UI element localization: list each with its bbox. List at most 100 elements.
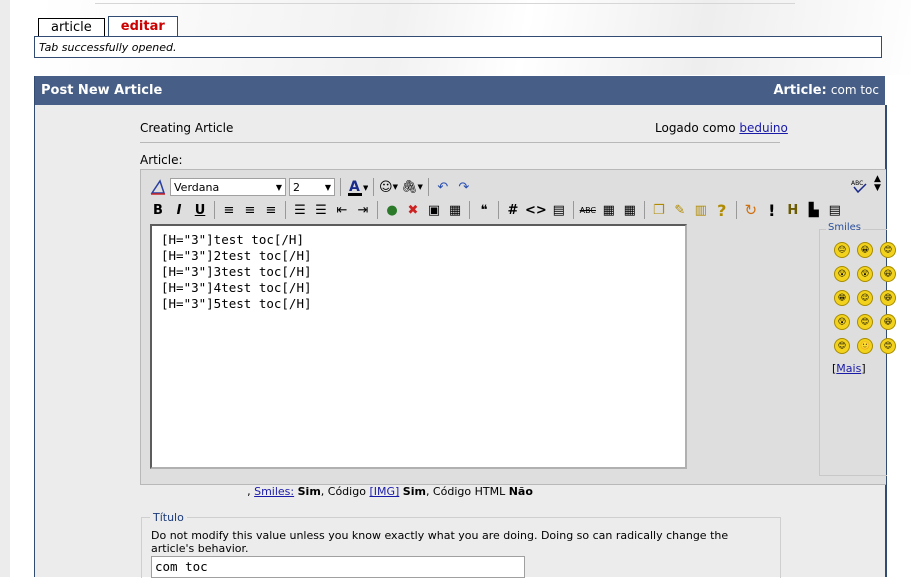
smiley-happy-icon[interactable]: 😊 xyxy=(880,242,896,258)
smiley-wink-icon[interactable]: 😉 xyxy=(857,290,873,306)
table-grid-icon[interactable]: ▦ xyxy=(621,200,639,220)
toolbar-divider xyxy=(427,178,429,196)
titulo-fieldset: Título Do not modify this value unless y… xyxy=(141,511,781,578)
refresh-icon[interactable]: ↻ xyxy=(742,200,760,220)
toolbar-divider xyxy=(285,201,286,219)
tab-article[interactable]: article xyxy=(38,18,105,37)
warning-button[interactable]: ! xyxy=(763,200,781,220)
more-smiles: [Mais] xyxy=(832,362,866,375)
underline-button[interactable]: U xyxy=(191,200,209,220)
smiles-help-link[interactable]: Smiles: xyxy=(254,485,294,498)
insert-link-icon[interactable]: ● xyxy=(383,200,401,220)
redo-icon[interactable]: ↷ xyxy=(455,177,473,197)
insert-anchor-icon[interactable]: ▣ xyxy=(425,200,443,220)
smiley-blush-icon[interactable]: 😊 xyxy=(857,314,873,330)
style-wizard-icon[interactable] xyxy=(149,177,167,197)
post-article-panel: Post New Article Article: com toc Creati… xyxy=(34,76,896,578)
panel-title: Post New Article xyxy=(41,83,163,98)
smiley-surprised-icon[interactable]: 😮 xyxy=(834,266,850,282)
reference-icon[interactable]: ▤ xyxy=(826,200,844,220)
align-left-icon[interactable]: ≡ xyxy=(220,200,238,220)
hash-button[interactable]: # xyxy=(504,200,522,220)
align-right-icon[interactable]: ≡ xyxy=(262,200,280,220)
tab-editar[interactable]: editar xyxy=(107,16,178,37)
creating-label: Creating Article xyxy=(140,121,234,135)
insert-image-icon[interactable]: ▦ xyxy=(446,200,464,220)
titulo-description: Do not modify this value unless you know… xyxy=(151,529,729,555)
svg-text:▼: ▼ xyxy=(363,184,368,192)
quote-icon[interactable]: ❝ xyxy=(475,200,493,220)
panel-article-info: Article: com toc xyxy=(773,83,879,98)
smiley-laugh-icon[interactable]: 😁 xyxy=(834,290,850,306)
smiley-joy-icon[interactable]: 😄 xyxy=(880,314,896,330)
font-size-select[interactable]: 2 ▼ xyxy=(289,178,335,196)
book-icon[interactable]: ▥ xyxy=(692,200,710,220)
article-body-textarea[interactable]: [H="3"]test toc[/H] [H="3"]2test toc[/H]… xyxy=(150,224,687,469)
copy-icon[interactable]: ❐ xyxy=(650,200,668,220)
font-family-select[interactable]: Verdana ▼ xyxy=(170,178,286,196)
smiley-neutral-icon[interactable]: 😐 xyxy=(834,242,850,258)
page-left-gutter xyxy=(0,0,10,577)
smiley-wow-icon[interactable]: 😮 xyxy=(834,314,850,330)
smiley-glad-icon[interactable]: 😊 xyxy=(834,338,850,354)
help-button[interactable]: ? xyxy=(713,200,731,220)
smiles-legend: Smiles xyxy=(826,222,864,233)
ordered-list-icon[interactable]: ☰ xyxy=(291,200,309,220)
html-label: , Código HTML xyxy=(425,485,506,498)
smiley-content-icon[interactable]: 😊 xyxy=(880,338,896,354)
bold-button[interactable]: B xyxy=(149,200,167,220)
smiley-grin-icon[interactable]: 😀 xyxy=(857,242,873,258)
svg-text:ABC: ABC xyxy=(851,180,863,187)
titulo-legend: Título xyxy=(150,511,187,524)
chevron-down-icon: ▼ xyxy=(324,182,331,192)
smiley-smile-icon[interactable]: 😃 xyxy=(880,266,896,282)
table-icon[interactable]: ▦ xyxy=(600,200,618,220)
pencil-icon[interactable]: ✎ xyxy=(671,200,689,220)
smiles-status: Sim xyxy=(297,485,321,498)
spellcheck-icon[interactable]: ABC xyxy=(851,178,869,197)
toolbar-divider xyxy=(572,201,574,219)
codigo-label: , Código xyxy=(320,485,366,498)
rich-text-editor: Verdana ▼ 2 ▼ A▼ ☺▼ 🖇▼ ↶ ↷ B I U ≡ ≡ xyxy=(140,169,896,485)
strike-button[interactable]: ABC xyxy=(579,200,597,220)
font-color-icon[interactable]: A ▼ xyxy=(346,177,368,197)
toolbar-divider xyxy=(214,201,215,219)
embed-icon[interactable]: ▤ xyxy=(550,200,568,220)
outdent-icon[interactable]: ⇤ xyxy=(333,200,351,220)
resize-toggle-icon[interactable]: ▲ ▼ xyxy=(874,175,881,193)
unordered-list-icon[interactable]: ☰ xyxy=(312,200,330,220)
html-status: Não xyxy=(508,485,533,498)
indent-icon[interactable]: ⇥ xyxy=(354,200,372,220)
format-info-line: , Smiles: Sim, Código [IMG] Sim, Código … xyxy=(35,485,885,498)
smiley-picker-icon[interactable]: ☺ ▼ xyxy=(379,177,398,197)
smiley-cheer-icon[interactable]: 😄 xyxy=(880,290,896,306)
undo-icon[interactable]: ↶ xyxy=(434,177,452,197)
remove-link-icon[interactable]: ✖ xyxy=(404,200,422,220)
header-separator xyxy=(140,142,780,143)
more-smiles-link[interactable]: Mais xyxy=(836,362,861,375)
code-button[interactable]: <> xyxy=(525,200,547,220)
user-link[interactable]: beduino xyxy=(739,121,788,135)
titulo-input[interactable]: com toc xyxy=(151,556,525,578)
heading-icon[interactable]: H xyxy=(784,200,802,220)
smiley-shocked-icon[interactable]: 😲 xyxy=(857,266,873,282)
toolbar-row-2: B I U ≡ ≡ ≡ ☰ ☰ ⇤ ⇥ ● ✖ ▣ ▦ ❝ # <> ▤ ABC… xyxy=(149,199,847,221)
toolbar-divider xyxy=(340,178,341,196)
panel-article-label: Article: xyxy=(773,83,827,98)
toolbar-divider xyxy=(469,201,470,219)
toolbar-divider xyxy=(377,201,378,219)
attachment-icon[interactable]: 🖇 ▼ xyxy=(401,177,423,197)
panel-article-name: com toc xyxy=(830,83,879,97)
italic-button[interactable]: I xyxy=(170,200,188,220)
img-help-link[interactable]: [IMG] xyxy=(369,485,399,498)
toolbar-divider xyxy=(735,201,737,219)
article-field-label: Article: xyxy=(140,153,183,167)
logged-in-info: Logado como beduino xyxy=(655,121,788,135)
font-family-value: Verdana xyxy=(174,180,220,194)
smiley-slight-icon[interactable]: 🙂 xyxy=(857,338,873,354)
svg-text:A: A xyxy=(349,179,360,195)
align-center-icon[interactable]: ≡ xyxy=(241,200,259,220)
boot-icon[interactable]: ▙ xyxy=(805,200,823,220)
toolbar-divider xyxy=(373,178,374,196)
tab-bar: article editar xyxy=(38,16,181,37)
